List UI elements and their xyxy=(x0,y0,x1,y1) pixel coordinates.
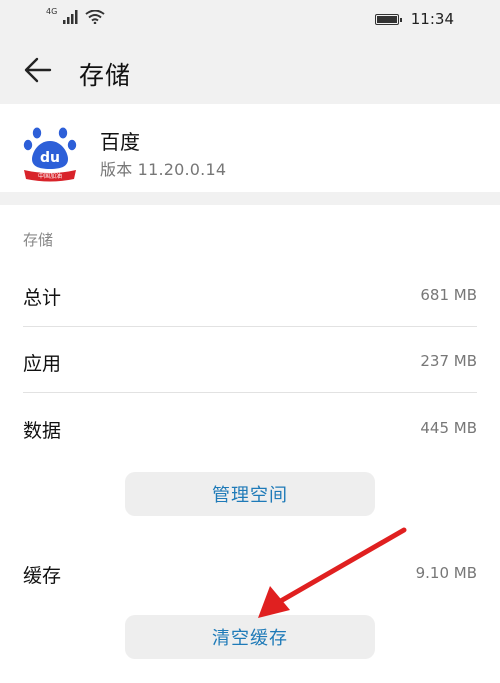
status-left: 4G xyxy=(46,7,105,24)
row-label: 数据 xyxy=(23,420,62,442)
battery-icon xyxy=(374,13,402,25)
page-title: 存储 xyxy=(79,61,132,90)
row-label: 缓存 xyxy=(23,565,62,587)
storage-section: 存储 总计 681 MB 应用 237 MB 数据 445 MB 管理空间 缓存… xyxy=(0,205,500,683)
signal-icon xyxy=(63,10,78,24)
row-label: 总计 xyxy=(23,287,62,309)
storage-row-data: 数据 445 MB xyxy=(23,398,477,458)
clear-cache-button[interactable]: 清空缓存 xyxy=(125,615,375,659)
row-value: 237 MB xyxy=(420,352,477,370)
app-name: 百度 xyxy=(100,130,140,154)
app-version: 版本 11.20.0.14 xyxy=(100,160,227,179)
row-value: 681 MB xyxy=(420,286,477,304)
network-type: 4G xyxy=(46,7,58,16)
manage-space-button[interactable]: 管理空间 xyxy=(125,472,375,516)
status-time: 11:34 xyxy=(410,10,454,28)
row-label: 应用 xyxy=(23,353,62,375)
baidu-logo-icon: du 中国加油 xyxy=(23,127,77,182)
status-bar: 4G 11:34 xyxy=(0,0,500,36)
title-bar: 存储 xyxy=(0,36,500,106)
row-value: 9.10 MB xyxy=(415,564,477,582)
status-right: 11:34 xyxy=(374,10,454,28)
storage-row-cache: 缓存 9.10 MB xyxy=(23,543,477,603)
section-label: 存储 xyxy=(23,231,54,249)
logo-banner-text: 中国加油 xyxy=(38,172,62,180)
logo-text: du xyxy=(40,150,60,166)
divider xyxy=(23,326,477,327)
row-value: 445 MB xyxy=(420,419,477,437)
storage-row-total: 总计 681 MB xyxy=(23,265,477,325)
wifi-icon xyxy=(85,10,105,24)
app-info-card: du 中国加油 百度 版本 11.20.0.14 xyxy=(0,104,500,192)
back-arrow-icon[interactable] xyxy=(22,54,54,86)
storage-row-app: 应用 237 MB xyxy=(23,331,477,391)
divider xyxy=(23,392,477,393)
